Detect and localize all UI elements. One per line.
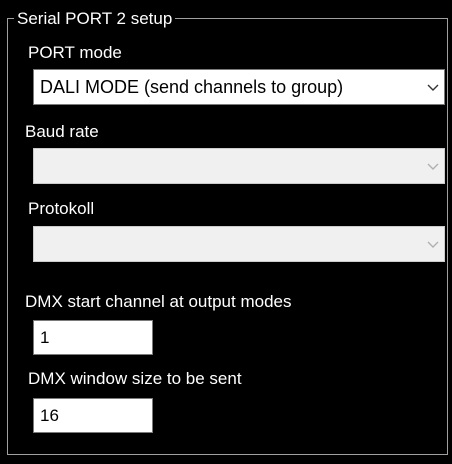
chevron-down-icon xyxy=(427,241,439,248)
protokoll-label: Protokoll xyxy=(28,199,95,218)
baud-rate-label: Baud rate xyxy=(25,122,99,141)
groupbox-title: Serial PORT 2 setup xyxy=(14,9,176,29)
chevron-down-icon xyxy=(427,163,439,170)
protokoll-select[interactable] xyxy=(33,226,445,262)
dmx-window-size-label: DMX window size to be sent xyxy=(28,369,242,388)
port-mode-label: PORT mode xyxy=(28,43,122,62)
baud-rate-select[interactable] xyxy=(33,148,445,184)
port-mode-selected-value: DALI MODE (send channels to group) xyxy=(40,77,344,97)
dmx-window-size-input[interactable]: 16 xyxy=(33,398,153,433)
dmx-start-channel-input[interactable]: 1 xyxy=(33,320,153,355)
port-mode-select[interactable]: DALI MODE (send channels to group) xyxy=(33,69,445,105)
dmx-start-channel-label: DMX start channel at output modes xyxy=(25,292,292,311)
chevron-down-icon xyxy=(427,84,439,91)
